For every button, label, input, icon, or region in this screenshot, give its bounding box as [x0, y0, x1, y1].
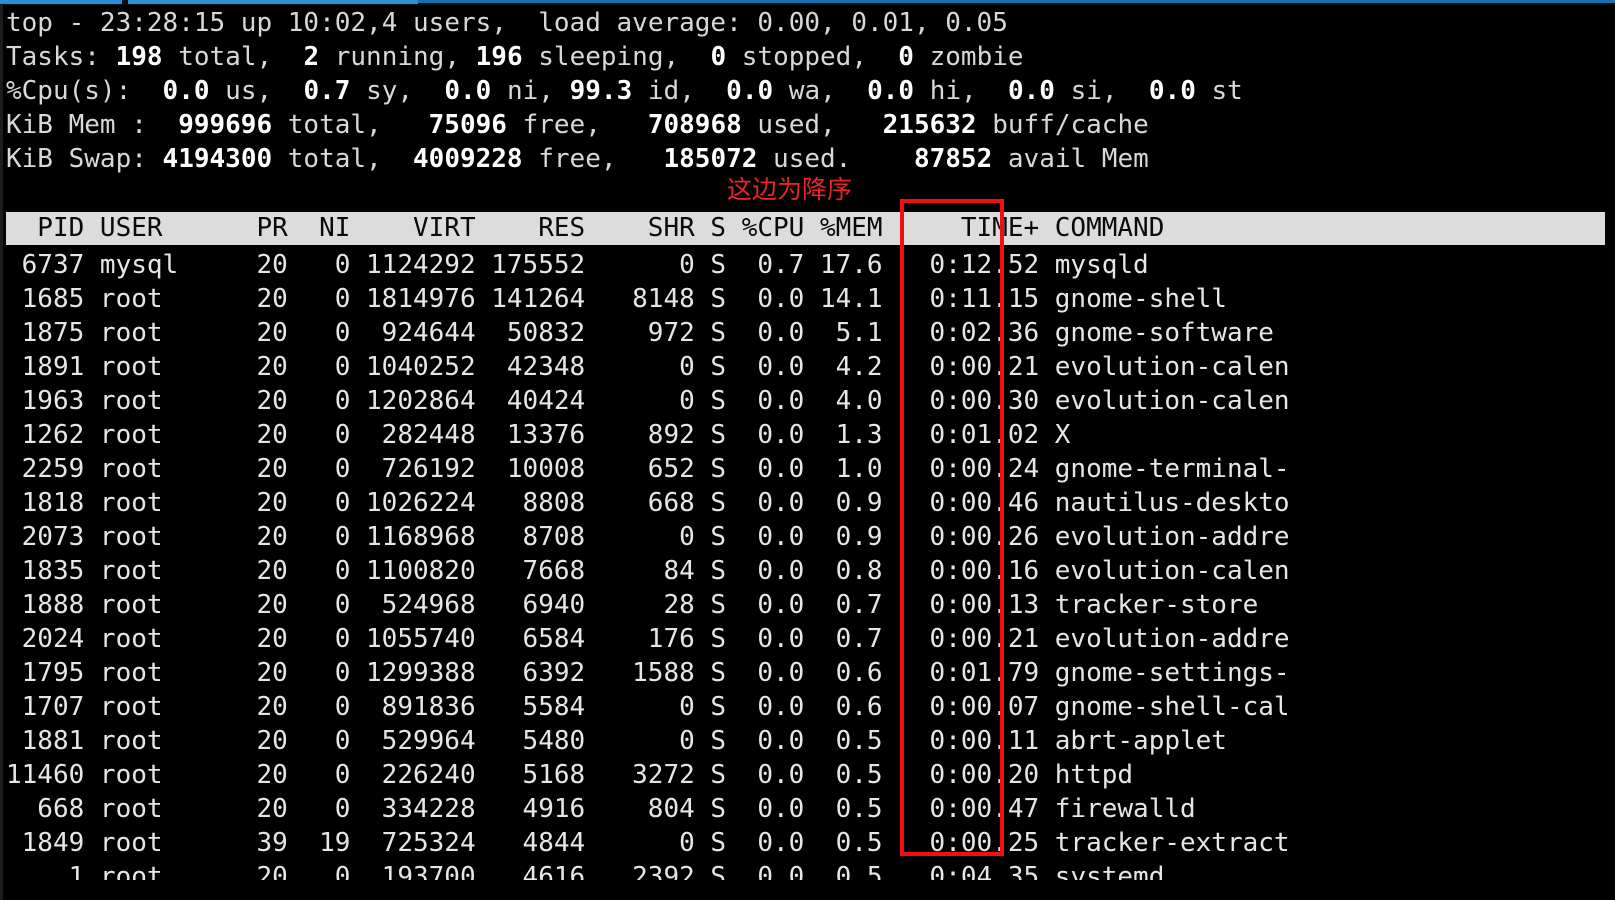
tasks-stopped-value: 0: [710, 42, 727, 72]
tasks-sleeping-label: sleeping,: [522, 42, 711, 72]
summary-line-uptime: top - 23:28:15 up 10:02,4 users, load av…: [6, 6, 1606, 40]
process-table-row[interactable]: 1963 root 20 0 1202864 40424 0 S 0.0 4.0…: [6, 384, 1606, 418]
cpu-us-label: us,: [209, 76, 288, 106]
cpu-sy-label: sy,: [350, 76, 429, 106]
cpu-id-label: id,: [632, 76, 711, 106]
process-table-row[interactable]: 6737 mysql 20 0 1124292 175552 0 S 0.7 1…: [6, 248, 1606, 282]
uptime-value: 10:02,: [287, 8, 382, 38]
load-avg-1min: 0.00,: [757, 8, 836, 38]
process-table-row[interactable]: 1888 root 20 0 524968 6940 28 S 0.0 0.7 …: [6, 588, 1606, 622]
process-table-row[interactable]: 11460 root 20 0 226240 5168 3272 S 0.0 0…: [6, 758, 1606, 792]
swap-used-label: used.: [757, 144, 914, 174]
swap-free-value: 4009228: [413, 144, 523, 174]
mem-label: KiB Mem :: [6, 110, 179, 140]
tasks-running-value: 2: [303, 42, 320, 72]
load-avg-15min: 0.05: [929, 8, 1008, 38]
current-time-value: 23:28:15: [99, 8, 226, 38]
summary-line-mem: KiB Mem : 999696 total, 75096 free, 7089…: [6, 108, 1606, 142]
swap-used-value: 185072: [663, 144, 758, 174]
mem-used-label: used,: [741, 110, 883, 140]
cpu-us-value: 0.0: [162, 76, 210, 106]
process-table-body[interactable]: 6737 mysql 20 0 1124292 175552 0 S 0.7 1…: [6, 248, 1606, 880]
load-average-label: users, load average:: [397, 8, 758, 38]
cpu-ni-label: ni,: [491, 76, 570, 106]
cpu-label: %Cpu(s):: [6, 76, 163, 106]
tasks-running-label: running,: [319, 42, 476, 72]
process-table-row[interactable]: 1262 root 20 0 282448 13376 892 S 0.0 1.…: [6, 418, 1606, 452]
mem-total-value: 999696: [178, 110, 273, 140]
window-accent-segment-left: [0, 0, 122, 4]
tasks-label: Tasks:: [6, 42, 116, 72]
top-prefix-label: top -: [6, 8, 100, 38]
swap-label: KiB Swap:: [6, 144, 163, 174]
tasks-zombie-label: zombie: [913, 42, 1024, 72]
process-table-row[interactable]: 1818 root 20 0 1026224 8808 668 S 0.0 0.…: [6, 486, 1606, 520]
tasks-zombie-value: 0: [898, 42, 914, 72]
process-table-row[interactable]: 1881 root 20 0 529964 5480 0 S 0.0 0.5 0…: [6, 724, 1606, 758]
mem-free-value: 75096: [428, 110, 507, 140]
cpu-id-value: 99.3: [569, 76, 633, 106]
process-table-row[interactable]: 2024 root 20 0 1055740 6584 176 S 0.0 0.…: [6, 622, 1606, 656]
mem-total-label: total,: [272, 110, 429, 140]
summary-line-tasks: Tasks: 198 total, 2 running, 196 sleepin…: [6, 40, 1606, 74]
window-title-bar-edge: [0, 0, 1615, 5]
summary-line-swap: KiB Swap: 4194300 total, 4009228 free, 1…: [6, 142, 1606, 176]
cpu-hi-label: hi,: [914, 76, 993, 106]
cpu-st-label: st: [1195, 76, 1243, 106]
process-table-row[interactable]: 1875 root 20 0 924644 50832 972 S 0.0 5.…: [6, 316, 1606, 350]
annotation-descending-order-note: 这边为降序: [727, 175, 853, 204]
mem-free-label: free,: [506, 110, 648, 140]
process-table-row[interactable]: 1849 root 39 19 725324 4844 0 S 0.0 0.5 …: [6, 826, 1606, 860]
process-table-row[interactable]: 1795 root 20 0 1299388 6392 1588 S 0.0 0…: [6, 656, 1606, 690]
process-table-row[interactable]: 2073 root 20 0 1168968 8708 0 S 0.0 0.9 …: [6, 520, 1606, 554]
tasks-sleeping-value: 196: [475, 42, 523, 72]
window-accent-segment-active-tab: [128, 0, 418, 4]
mem-buffcache-value: 215632: [882, 110, 977, 140]
process-table-row[interactable]: 668 root 20 0 334228 4916 804 S 0.0 0.5 …: [6, 792, 1606, 826]
swap-total-value: 4194300: [162, 144, 273, 174]
summary-line-cpu: %Cpu(s): 0.0 us, 0.7 sy, 0.0 ni, 99.3 id…: [6, 74, 1606, 108]
uptime-label: up: [225, 8, 288, 38]
users-count-value: 4: [381, 8, 398, 38]
swap-avail-label: avail Mem: [992, 144, 1149, 174]
swap-total-label: total,: [272, 144, 414, 174]
process-table-row[interactable]: 1685 root 20 0 1814976 141264 8148 S 0.0…: [6, 282, 1606, 316]
process-table-row[interactable]: 1707 root 20 0 891836 5584 0 S 0.0 0.6 0…: [6, 690, 1606, 724]
cpu-sy-value: 0.7: [287, 76, 351, 106]
tasks-total-label: total,: [162, 42, 304, 72]
load-avg-5min: 0.01,: [835, 8, 930, 38]
swap-avail-value: 87852: [913, 144, 993, 174]
mem-used-value: 708968: [647, 110, 742, 140]
mem-buffcache-label: buff/cache: [976, 110, 1149, 140]
process-table-row[interactable]: 1 root 20 0 193700 4616 2392 S 0.0 0.5 0…: [6, 860, 1606, 880]
process-table-row[interactable]: 1835 root 20 0 1100820 7668 84 S 0.0 0.8…: [6, 554, 1606, 588]
cpu-wa-label: wa,: [773, 76, 852, 106]
swap-free-label: free,: [522, 144, 664, 174]
cpu-st-value: 0.0: [1133, 76, 1196, 106]
top-summary-block: top - 23:28:15 up 10:02,4 users, load av…: [6, 6, 1606, 176]
cpu-si-value: 0.0: [992, 76, 1055, 106]
process-table-row[interactable]: 1891 root 20 0 1040252 42348 0 S 0.0 4.2…: [6, 350, 1606, 384]
tasks-stopped-label: stopped,: [726, 42, 899, 72]
cpu-wa-value: 0.0: [710, 76, 774, 106]
process-table-header-row[interactable]: PID USER PR NI VIRT RES SHR S %CPU %MEM …: [6, 212, 1605, 245]
cpu-hi-value: 0.0: [851, 76, 915, 106]
terminal-window[interactable]: top - 23:28:15 up 10:02,4 users, load av…: [0, 0, 1615, 900]
cpu-si-label: si,: [1054, 76, 1134, 106]
cpu-ni-value: 0.0: [428, 76, 492, 106]
tasks-total-value: 198: [115, 42, 163, 72]
process-table-row[interactable]: 2259 root 20 0 726192 10008 652 S 0.0 1.…: [6, 452, 1606, 486]
terminal-left-border: [0, 5, 3, 900]
